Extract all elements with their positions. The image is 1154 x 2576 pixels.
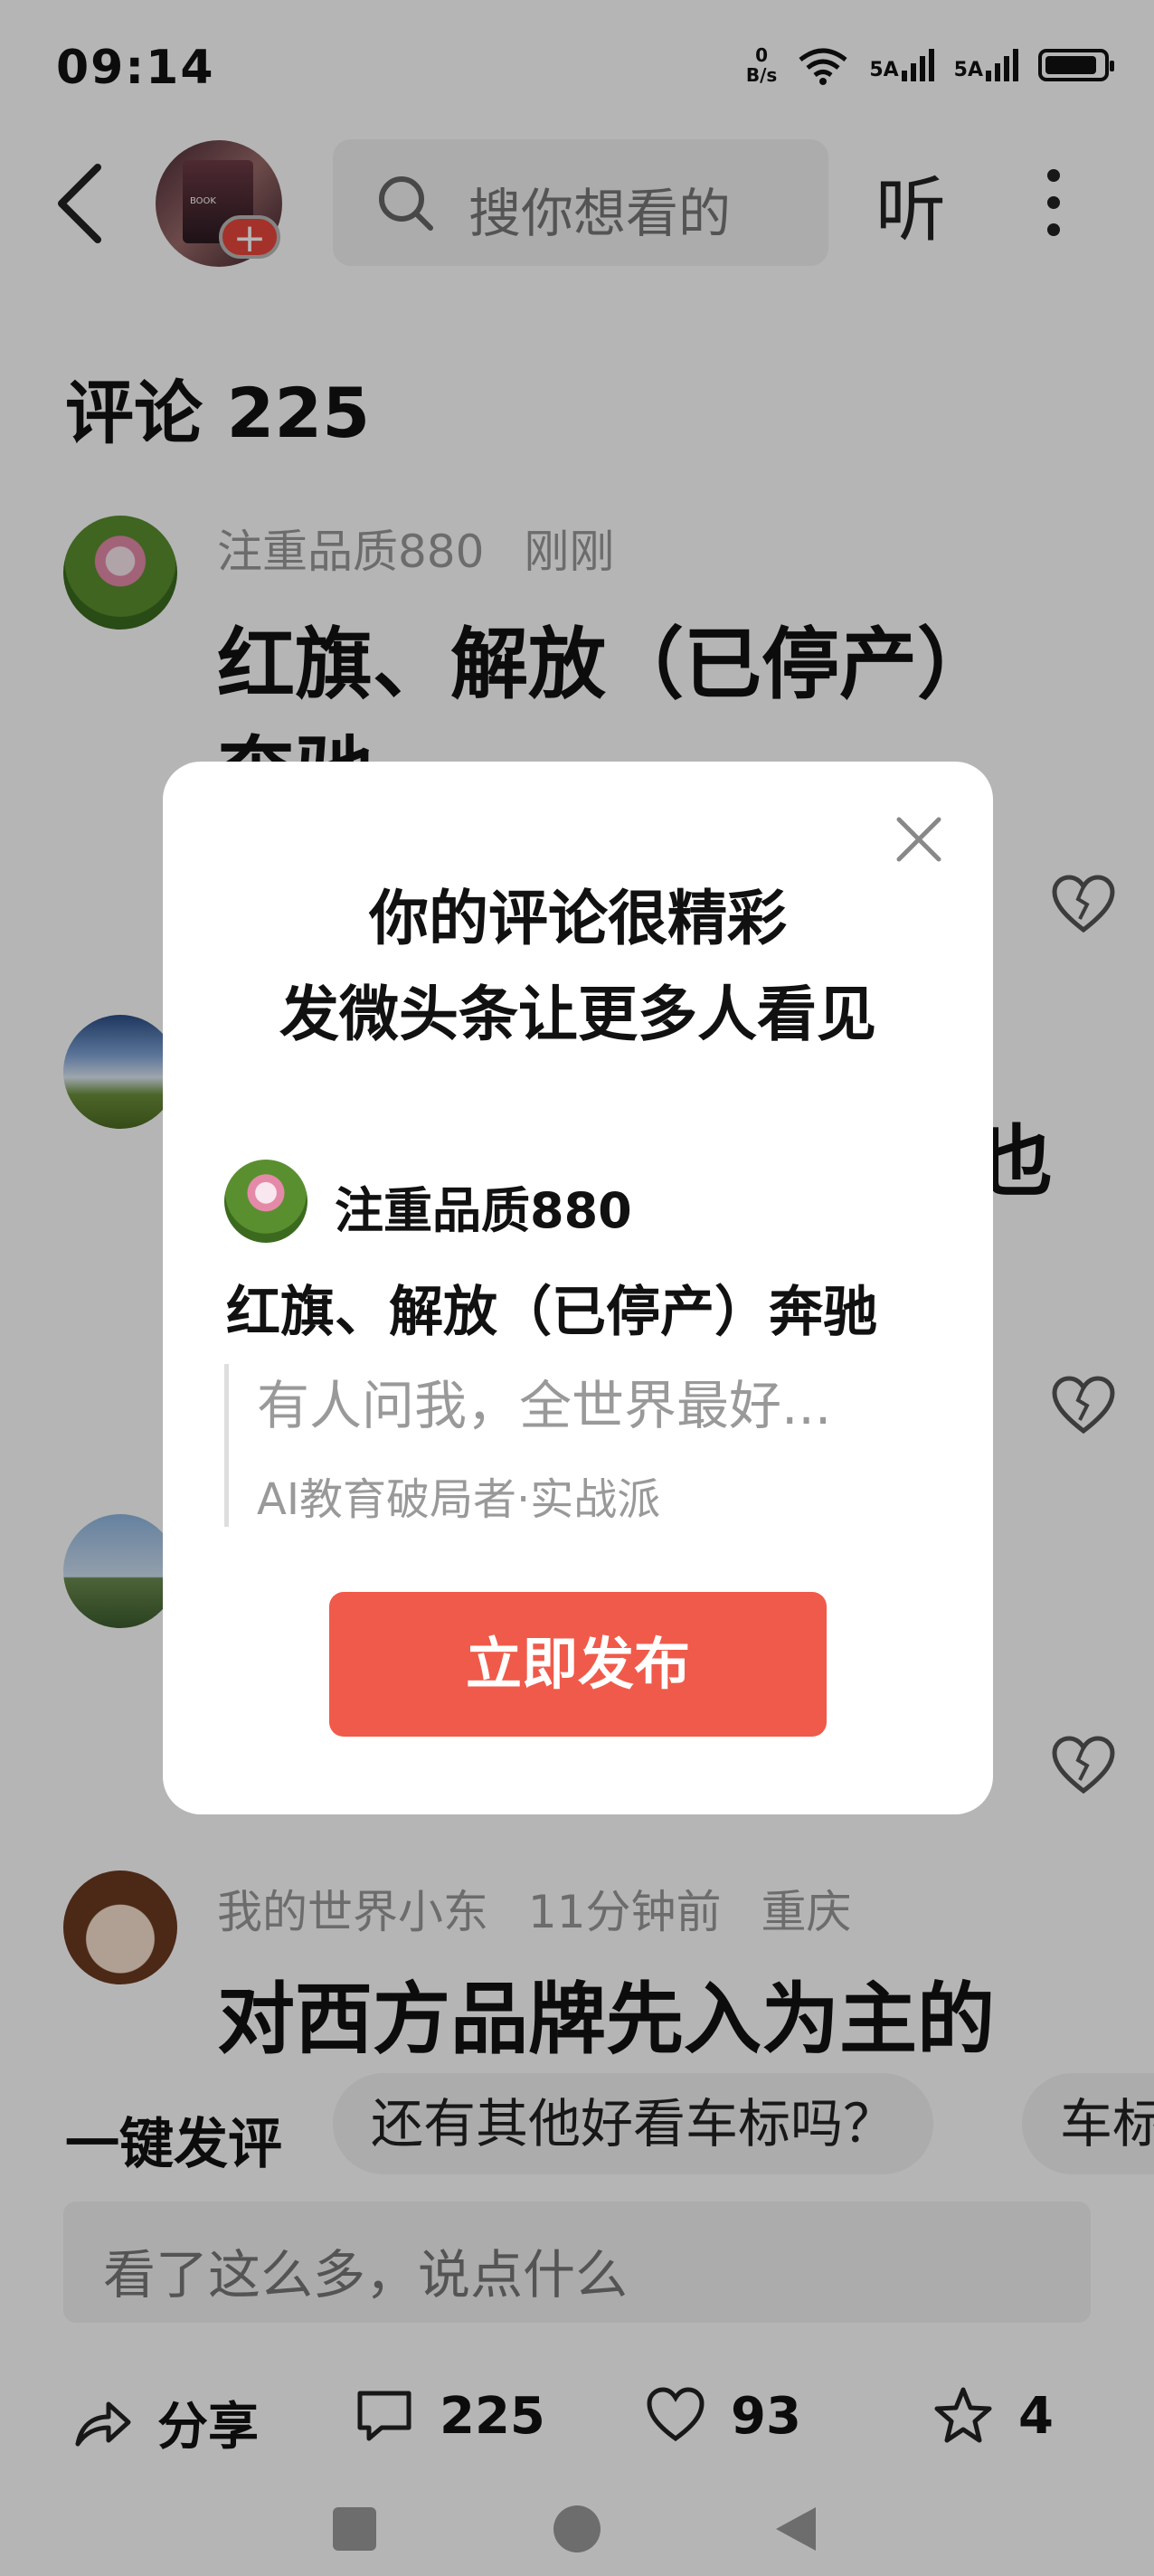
preview-username: 注重品质880 — [335, 1182, 632, 1239]
dialog-title: 你的评论很精彩 — [369, 884, 787, 953]
share-prompt-dialog: 你的评论很精彩 发微头条让更多人看见 注重品质880 红旗、解放（已停产）奔驰 … — [163, 762, 993, 1814]
quoted-article-text: 有人问我，全世界最好... — [257, 1375, 832, 1436]
publish-button[interactable]: 立即发布 — [329, 1592, 827, 1737]
preview-avatar — [224, 1160, 307, 1243]
article-comments-page: 09:14 0 B/s 5A 5A BOOK + 搜你想看的 听 评论 225 … — [0, 0, 1154, 2576]
dialog-subtitle: 发微头条让更多人看见 — [279, 980, 876, 1049]
preview-comment-text: 红旗、解放（已停产）奔驰 — [226, 1281, 877, 1344]
quoted-article-source: AI教育破局者·实战派 — [257, 1474, 661, 1525]
close-icon[interactable] — [892, 812, 946, 867]
quote-divider — [224, 1364, 229, 1527]
